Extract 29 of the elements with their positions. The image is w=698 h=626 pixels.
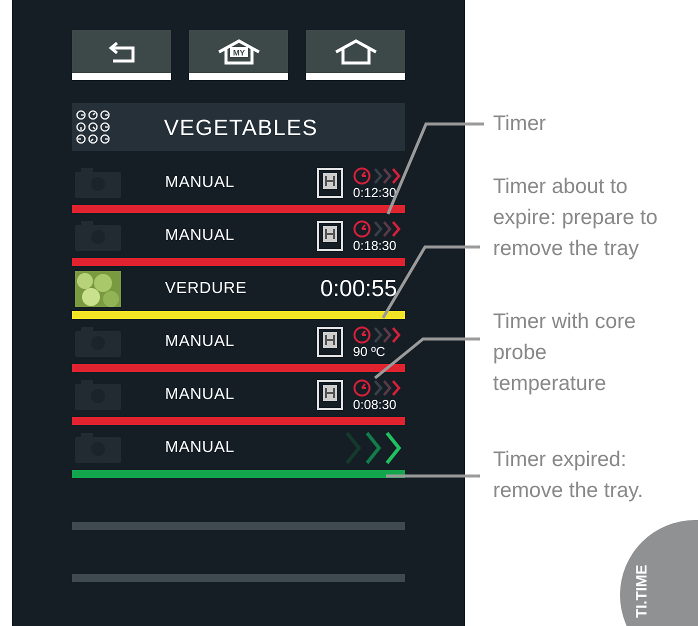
home-button[interactable]: [306, 30, 405, 80]
back-button[interactable]: [72, 30, 171, 80]
probe-icon: [317, 220, 343, 250]
countdown-time: 0:00:55: [320, 274, 397, 304]
program-name: MANUAL: [165, 438, 235, 458]
callout-text: Timer expired: remove the tray.: [493, 447, 644, 504]
timer-reading: 0:12:30: [353, 186, 396, 200]
side-tab-label: TI.TIME: [632, 564, 652, 618]
clock-grid-icon: [76, 110, 110, 144]
home-button[interactable]: MY: [189, 30, 288, 80]
timer-reading: 0:08:30: [353, 398, 396, 412]
category-title: VEGETABLES: [164, 114, 318, 142]
program-name: MANUAL: [165, 172, 235, 192]
timer-reading: 90 ºC: [353, 344, 386, 358]
program-name: VERDURE: [165, 278, 247, 298]
program-name: MANUAL: [165, 332, 235, 352]
timer-reading: 0:18:30: [353, 238, 396, 252]
home-icon: [334, 38, 378, 64]
program-name: MANUAL: [165, 226, 235, 246]
callout-text: Timer about to expire: prepare to remove the tray: [493, 174, 659, 262]
my-label: MY: [232, 48, 244, 57]
probe-icon: [317, 168, 343, 198]
probe-icon: [317, 326, 343, 356]
callout-text: Timer with core probe temperature: [493, 309, 637, 397]
probe-icon: [317, 380, 343, 410]
program-name: MANUAL: [165, 384, 235, 404]
callout-text: Timer: [493, 111, 547, 137]
vegetables-photo: [75, 270, 121, 306]
back-icon: [106, 40, 136, 62]
